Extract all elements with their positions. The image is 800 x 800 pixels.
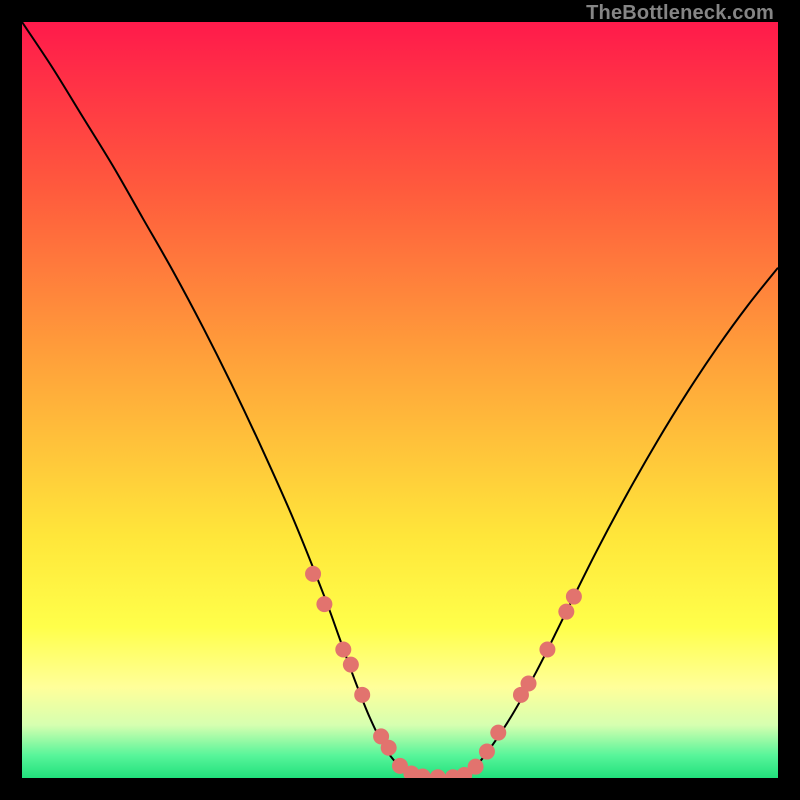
marker-point (490, 725, 506, 741)
chart-background (22, 22, 778, 778)
marker-point (381, 740, 397, 756)
marker-point (354, 687, 370, 703)
marker-point (335, 641, 351, 657)
marker-point (539, 641, 555, 657)
marker-point (566, 589, 582, 605)
marker-point (316, 596, 332, 612)
marker-point (305, 566, 321, 582)
marker-point (521, 676, 537, 692)
marker-point (558, 604, 574, 620)
marker-point (479, 744, 495, 760)
marker-point (468, 759, 484, 775)
marker-point (343, 657, 359, 673)
watermark-text: TheBottleneck.com (586, 2, 774, 25)
chart-frame (22, 22, 778, 778)
chart-canvas (22, 22, 778, 778)
